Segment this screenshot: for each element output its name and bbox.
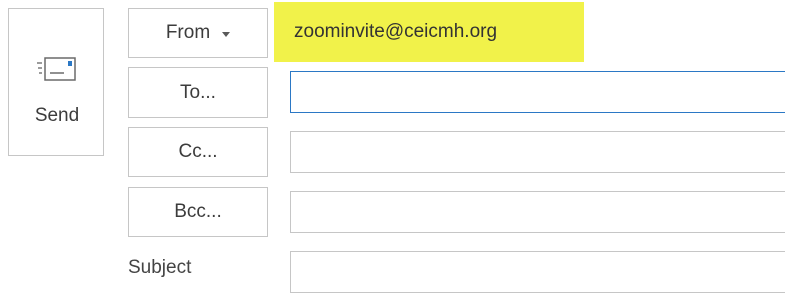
subject-field[interactable] (290, 251, 785, 293)
bcc-field[interactable] (290, 191, 785, 233)
cc-field[interactable] (290, 131, 785, 173)
send-button[interactable]: Send (8, 8, 104, 156)
to-button[interactable]: To... (128, 67, 268, 118)
bcc-button-label: Bcc... (174, 201, 222, 222)
envelope-send-icon (37, 57, 76, 81)
from-address: zoominvite@ceicmh.org (274, 2, 584, 62)
chevron-down-icon (222, 31, 231, 37)
send-label: Send (34, 105, 80, 126)
from-button[interactable]: From (128, 8, 268, 58)
cc-button[interactable]: Cc... (128, 127, 268, 177)
bcc-button[interactable]: Bcc... (128, 187, 268, 237)
cc-button-label: Cc... (178, 141, 218, 162)
subject-label: Subject (128, 257, 192, 278)
from-button-label: From (165, 22, 211, 43)
to-field[interactable] (290, 71, 785, 113)
to-button-label: To... (180, 81, 216, 103)
from-address-text: zoominvite@ceicmh.org (294, 21, 498, 42)
